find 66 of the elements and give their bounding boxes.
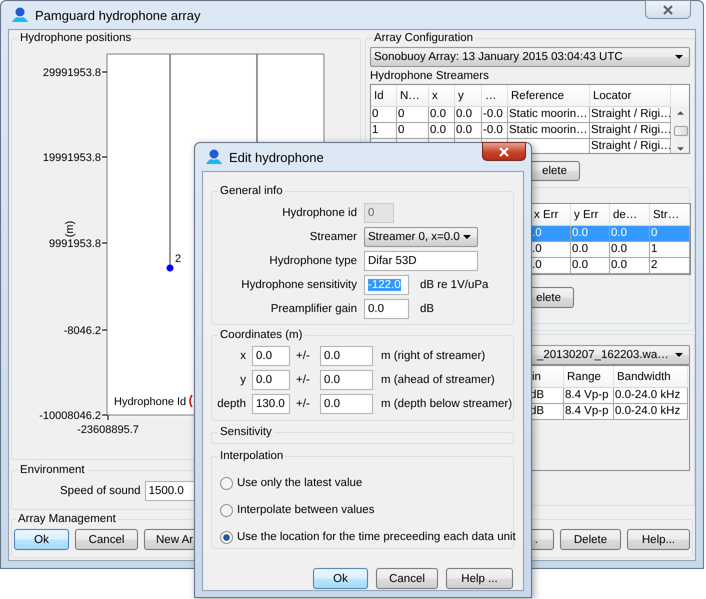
tick-label: -23608895.7 [77, 424, 139, 436]
group-title: Interpolation [219, 449, 284, 463]
table-cell: 0 [650, 226, 690, 242]
unit-label: m (depth below streamer) [381, 398, 512, 410]
field-label: Hydrophone id [281, 206, 357, 221]
table-cell: 0.0 [455, 123, 482, 139]
table-cell: Straight / Rigi… [590, 123, 671, 139]
window-title: Edit hydrophone [229, 150, 324, 164]
option-label: Interpolate between values [237, 504, 374, 516]
table-cell: 1 [650, 242, 690, 258]
option-label: Use the location for the time preceeding each data unit [237, 531, 516, 543]
unit-label: m (ahead of streamer) [381, 374, 496, 386]
table-cell: 1 [371, 123, 397, 139]
table-cell: 0.0 [610, 226, 650, 242]
legend-label: Hydrophone Id [114, 396, 186, 408]
table-cell: 0.0 [571, 258, 610, 274]
table-cell: 0.0 [610, 242, 650, 258]
unit-label: m (right of streamer) [381, 350, 486, 362]
table-cell: 2 [650, 258, 690, 274]
plus-minus-label: +/- [296, 398, 311, 410]
field-label: Preamplifier gain [270, 302, 357, 317]
field-label: y [239, 374, 246, 386]
table-cell: 0.0 [455, 107, 482, 123]
tick-label: 9991953.8 [49, 238, 101, 250]
window-title: Pamguard hydrophone array [35, 8, 200, 22]
table-cell: -0.0 [482, 123, 508, 139]
field-label: Hydrophone sensitivity [240, 278, 357, 293]
section-label: Hydrophone Streamers [370, 69, 490, 83]
group-title: Array Management [17, 512, 117, 526]
group-title: General info [219, 184, 284, 198]
tick-label: 29991953.8 [42, 67, 101, 79]
table-cell: Straight / Rigi… [590, 107, 671, 123]
group-title: Sensitivity [219, 425, 273, 439]
table-cell: 0.0 [429, 123, 455, 139]
table-cell: 0 [397, 123, 429, 139]
table-cell: Static moorin… [508, 123, 590, 139]
table-cell: 8.4 Vp-p [564, 404, 614, 420]
plus-minus-label: +/- [296, 374, 311, 386]
plus-minus-label: +/- [296, 350, 311, 362]
field-label: depth [216, 398, 246, 410]
table-cell: 0.0 [429, 107, 455, 123]
option-label: Use only the latest value [237, 477, 362, 489]
table-cell: 0 [371, 107, 397, 123]
table-cell: Static moorin… [508, 107, 590, 123]
group-title: Coordinates (m) [219, 328, 304, 342]
table-cell: 0.0-24.0 kHz [614, 404, 688, 420]
axis-label: (m) [64, 220, 76, 238]
field-label: Streamer [308, 230, 357, 245]
table-cell: 0.0 [571, 226, 610, 242]
field-label: Speed of sound [60, 485, 141, 497]
field-label: x [239, 350, 246, 362]
point-label: 2 [175, 253, 182, 265]
group-title: Array Configuration [373, 31, 474, 45]
tick-label: -8046.2 [64, 325, 101, 337]
field-label: Hydrophone type [268, 254, 357, 269]
unit-label: dB re 1V/uPa [420, 279, 488, 291]
table-cell: 0.0 [571, 242, 610, 258]
unit-label: dB [420, 303, 434, 315]
group-title: Environment [19, 463, 86, 477]
table-cell: 0 [397, 107, 429, 123]
table-cell: Straight / Rigi… [590, 139, 671, 153]
table-cell: 0.0 [610, 258, 650, 274]
tick-label: 19991953.8 [42, 152, 101, 164]
group-title: Hydrophone positions [19, 31, 132, 45]
table-cell: -0.0 [482, 107, 508, 123]
tick-label: -10008046.2 [39, 410, 101, 422]
